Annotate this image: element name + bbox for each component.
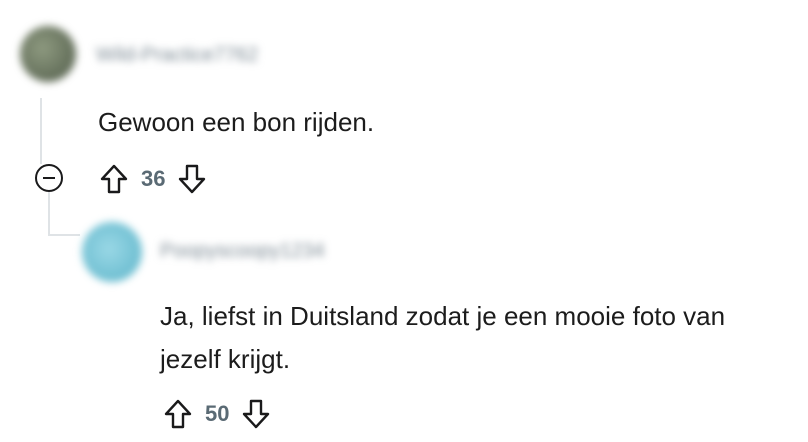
comment-2-score: 50 <box>205 401 230 426</box>
downvote-icon[interactable] <box>239 396 273 432</box>
comment-1-body: Gewoon een bon rijden. <box>98 107 375 137</box>
comment-2-action-bar: 50 <box>161 394 273 434</box>
comment-2-body: Ja, liefst in Duitsland zodat je een moo… <box>160 301 726 374</box>
thread-line-reply-connector <box>48 234 80 236</box>
upvote-icon[interactable] <box>161 396 195 432</box>
collapse-button[interactable] <box>35 164 63 192</box>
downvote-icon[interactable] <box>175 161 209 197</box>
comment-1-action-bar: 36 <box>97 159 209 199</box>
comment-1-username[interactable]: Wild-Practice7762 <box>96 44 258 67</box>
comment-1-score: 36 <box>141 166 166 191</box>
avatar[interactable] <box>20 26 76 82</box>
minus-icon <box>43 177 55 179</box>
upvote-icon[interactable] <box>97 161 131 197</box>
avatar[interactable] <box>82 222 142 282</box>
thread-line-top <box>40 98 42 164</box>
thread-line-reply <box>48 192 50 236</box>
comment-2-username[interactable]: Poopyscoopy1234 <box>160 240 325 263</box>
